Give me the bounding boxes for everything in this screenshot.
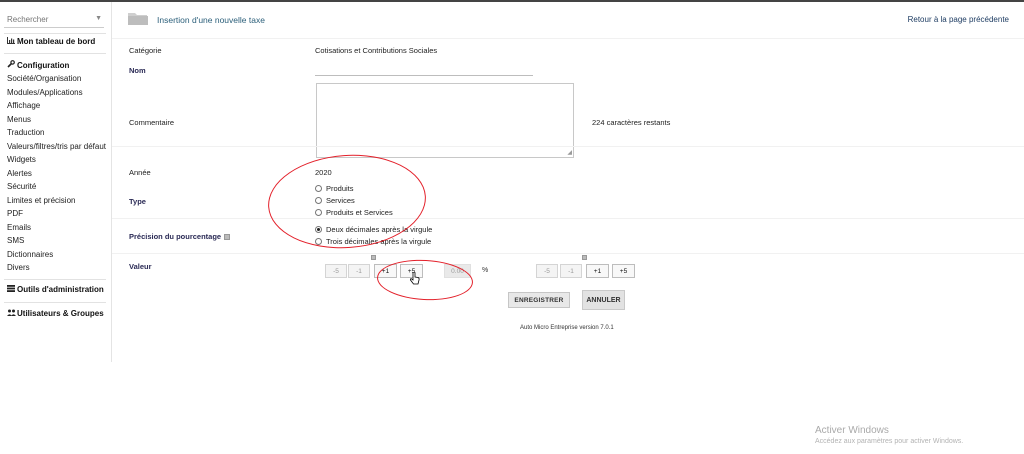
name-input[interactable]	[315, 75, 533, 76]
sidebar-item-users-groups[interactable]: Utilisateurs & Groupes	[7, 309, 104, 318]
sidebar-item-sms[interactable]: SMS	[7, 236, 24, 245]
info-icon[interactable]	[224, 234, 231, 241]
sidebar-item-modules[interactable]: Modules/Applications	[7, 88, 83, 97]
chart-icon	[7, 37, 17, 46]
info-icon[interactable]	[371, 255, 376, 260]
configuration-label: Configuration	[17, 61, 70, 70]
page-title: Insertion d'une nouvelle taxe	[157, 15, 265, 25]
resize-handle-icon[interactable]: ◢	[567, 150, 572, 156]
precision-label: Précision du pourcentage	[129, 232, 231, 241]
users-groups-label: Utilisateurs & Groupes	[17, 309, 104, 318]
save-button[interactable]: ENREGISTRER	[508, 292, 570, 308]
sidebar-item-valeurs[interactable]: Valeurs/filtres/tris par défaut	[7, 142, 106, 151]
sidebar-item-dashboard[interactable]: Mon tableau de bord	[7, 37, 95, 46]
sidebar-item-traduction[interactable]: Traduction	[7, 128, 45, 137]
chevron-down-icon[interactable]: ▼	[95, 15, 102, 22]
comment-label: Commentaire	[129, 118, 175, 127]
radio-selected-icon[interactable]	[315, 226, 322, 233]
sidebar-item-pdf[interactable]: PDF	[7, 209, 23, 218]
divider	[112, 253, 1024, 254]
stepper-plus-1[interactable]: +1	[586, 264, 609, 278]
divider	[4, 53, 106, 54]
folder-icon	[128, 11, 148, 25]
divider	[4, 302, 106, 303]
value-label: Valeur	[129, 262, 152, 271]
admin-tools-label: Outils d'administration	[17, 285, 104, 294]
dashboard-label: Mon tableau de bord	[17, 37, 96, 46]
divider	[112, 146, 1024, 147]
info-icon[interactable]	[582, 255, 587, 260]
search-input[interactable]	[4, 12, 90, 26]
sidebar-item-limites[interactable]: Limites et précision	[7, 196, 75, 205]
divider	[112, 218, 1024, 219]
main-content: Insertion d'une nouvelle taxe Retour à l…	[112, 2, 1024, 362]
sidebar-item-affichage[interactable]: Affichage	[7, 101, 40, 110]
sidebar: ▼ Mon tableau de bord Configuration Soci…	[0, 2, 112, 362]
radio-icon[interactable]	[315, 238, 322, 245]
hand-cursor-icon	[409, 271, 420, 285]
divider	[4, 279, 106, 280]
chars-remaining: 224 caractères restants	[592, 118, 671, 127]
stepper-plus-5[interactable]: +5	[612, 264, 635, 278]
year-value: 2020	[315, 168, 332, 177]
radio-icon[interactable]	[315, 185, 322, 192]
type-label: Type	[129, 197, 146, 206]
users-icon	[7, 309, 17, 318]
sidebar-item-configuration[interactable]: Configuration	[7, 60, 69, 70]
radio-icon[interactable]	[315, 209, 322, 216]
sidebar-item-divers[interactable]: Divers	[7, 263, 30, 272]
sidebar-item-admin-tools[interactable]: Outils d'administration	[7, 285, 104, 294]
category-label: Catégorie	[129, 46, 162, 55]
stepper-minus-1[interactable]: -1	[348, 264, 370, 278]
stepper-minus-5[interactable]: -5	[325, 264, 347, 278]
divider	[4, 33, 106, 34]
sidebar-item-widgets[interactable]: Widgets	[7, 155, 36, 164]
type-option-produits[interactable]: Produits	[315, 184, 354, 193]
radio-icon[interactable]	[315, 197, 322, 204]
sidebar-item-alertes[interactable]: Alertes	[7, 169, 32, 178]
sidebar-search[interactable]: ▼	[4, 12, 104, 28]
windows-activation-title: Activer Windows	[815, 425, 889, 436]
stepper-minus-1[interactable]: -1	[560, 264, 582, 278]
type-option-produits-services[interactable]: Produits et Services	[315, 208, 393, 217]
cancel-button[interactable]: ANNULER	[582, 290, 625, 310]
server-icon	[7, 285, 17, 294]
percent-sign: %	[482, 267, 489, 274]
stepper-plus-1[interactable]: +1	[374, 264, 397, 278]
wrench-icon	[7, 60, 17, 70]
stepper-minus-5[interactable]: -5	[536, 264, 558, 278]
year-label: Année	[129, 168, 151, 177]
sidebar-item-securite[interactable]: Sécurité	[7, 182, 36, 191]
name-label: Nom	[129, 66, 146, 75]
back-link[interactable]: Retour à la page précédente	[908, 15, 1009, 24]
precision-option-two[interactable]: Deux décimales après la virgule	[315, 225, 432, 234]
sidebar-item-societe[interactable]: Société/Organisation	[7, 74, 81, 83]
category-value: Cotisations et Contributions Sociales	[315, 46, 438, 55]
value-input[interactable]: 0.00	[444, 264, 471, 278]
type-option-services[interactable]: Services	[315, 196, 355, 205]
precision-option-three[interactable]: Trois décimales après la virgule	[315, 237, 431, 246]
sidebar-item-emails[interactable]: Emails	[7, 223, 31, 232]
windows-activation-subtitle: Accédez aux paramètres pour activer Wind…	[815, 438, 964, 445]
version-text: Auto Micro Entreprise version 7.0.1	[520, 325, 614, 331]
divider	[112, 38, 1024, 39]
sidebar-item-dictionnaires[interactable]: Dictionnaires	[7, 250, 53, 259]
sidebar-item-menus[interactable]: Menus	[7, 115, 31, 124]
